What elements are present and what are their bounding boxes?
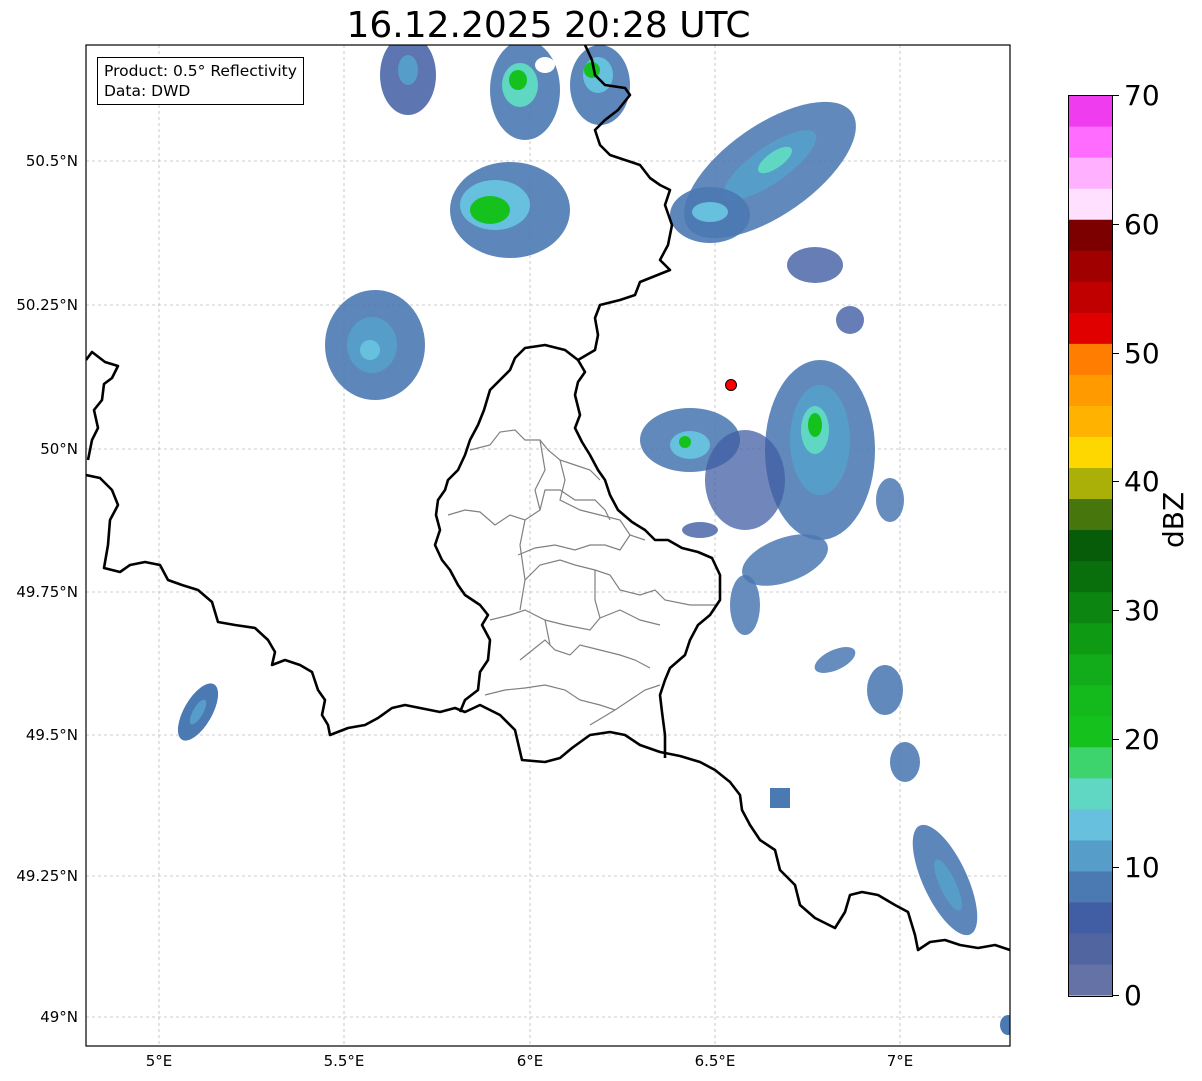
lon-label: 5°E	[145, 1052, 173, 1070]
colorbar-segment	[1068, 653, 1112, 686]
colorbar-segment	[1068, 901, 1112, 934]
colorbar-tick	[1112, 867, 1119, 868]
lat-label: 49.25°N	[16, 867, 78, 885]
colorbar-tick-label: 60	[1124, 208, 1160, 241]
colorbar-segment	[1068, 963, 1112, 996]
colorbar-tick	[1112, 610, 1119, 611]
colorbar-tick	[1112, 224, 1119, 225]
lon-label: 5.5°E	[323, 1052, 365, 1070]
colorbar-segment	[1068, 746, 1112, 779]
lat-label: 50.25°N	[16, 296, 78, 314]
product-label: Product: 0.5° Reflectivity	[104, 62, 297, 80]
colorbar-tick	[1112, 353, 1119, 354]
lon-label: 6.5°E	[694, 1052, 736, 1070]
colorbar-unit-label: dBZ	[1157, 491, 1190, 548]
colorbar-segment	[1068, 777, 1112, 810]
colorbar-segment	[1068, 932, 1112, 965]
colorbar-segment	[1068, 560, 1112, 593]
colorbar-segment	[1068, 467, 1112, 500]
lat-label: 49.75°N	[16, 583, 78, 601]
colorbar-tick-label: 40	[1124, 465, 1160, 498]
colorbar-segment	[1068, 95, 1112, 127]
colorbar-segment	[1068, 684, 1112, 717]
colorbar-segment	[1068, 281, 1112, 313]
colorbar-segment	[1068, 374, 1112, 406]
colorbar-segment	[1068, 839, 1112, 872]
colorbar-segment	[1068, 219, 1112, 251]
colorbar	[1068, 95, 1112, 996]
colorbar-tick	[1112, 95, 1119, 96]
colorbar-tick-label: 30	[1124, 594, 1160, 627]
colorbar-tick-label: 0	[1124, 979, 1142, 1012]
lon-label: 7°E	[886, 1052, 914, 1070]
lat-label: 49°N	[40, 1008, 78, 1026]
info-box: Product: 0.5° Reflectivity Data: DWD	[97, 57, 304, 105]
lon-label: 6°E	[516, 1052, 544, 1070]
colorbar-tick	[1112, 481, 1119, 482]
colorbar-segment	[1068, 808, 1112, 841]
colorbar-segment	[1068, 436, 1112, 469]
data-source-label: Data: DWD	[104, 82, 191, 100]
colorbar-segment	[1068, 529, 1112, 562]
colorbar-tick-label: 20	[1124, 723, 1160, 756]
colorbar-tick-label: 10	[1124, 851, 1160, 884]
radar-map[interactable]	[0, 0, 1202, 1081]
lat-label: 50°N	[40, 440, 78, 458]
colorbar-segment	[1068, 343, 1112, 375]
colorbar-segment	[1068, 715, 1112, 748]
colorbar-segment	[1068, 405, 1112, 437]
lat-label: 49.5°N	[25, 726, 78, 744]
colorbar-segment	[1068, 622, 1112, 655]
colorbar-segment	[1068, 591, 1112, 624]
colorbar-segment	[1068, 157, 1112, 189]
lat-label: 50.5°N	[25, 152, 78, 170]
colorbar-segment	[1068, 126, 1112, 158]
colorbar-tick	[1112, 995, 1119, 996]
colorbar-segment	[1068, 188, 1112, 220]
colorbar-tick-label: 70	[1124, 79, 1160, 112]
colorbar-segment	[1068, 870, 1112, 903]
colorbar-tick-label: 50	[1124, 337, 1160, 370]
colorbar-tick	[1112, 739, 1119, 740]
colorbar-segment	[1068, 498, 1112, 531]
colorbar-segment	[1068, 250, 1112, 282]
colorbar-segment	[1068, 312, 1112, 344]
radar-site-marker	[725, 379, 737, 391]
